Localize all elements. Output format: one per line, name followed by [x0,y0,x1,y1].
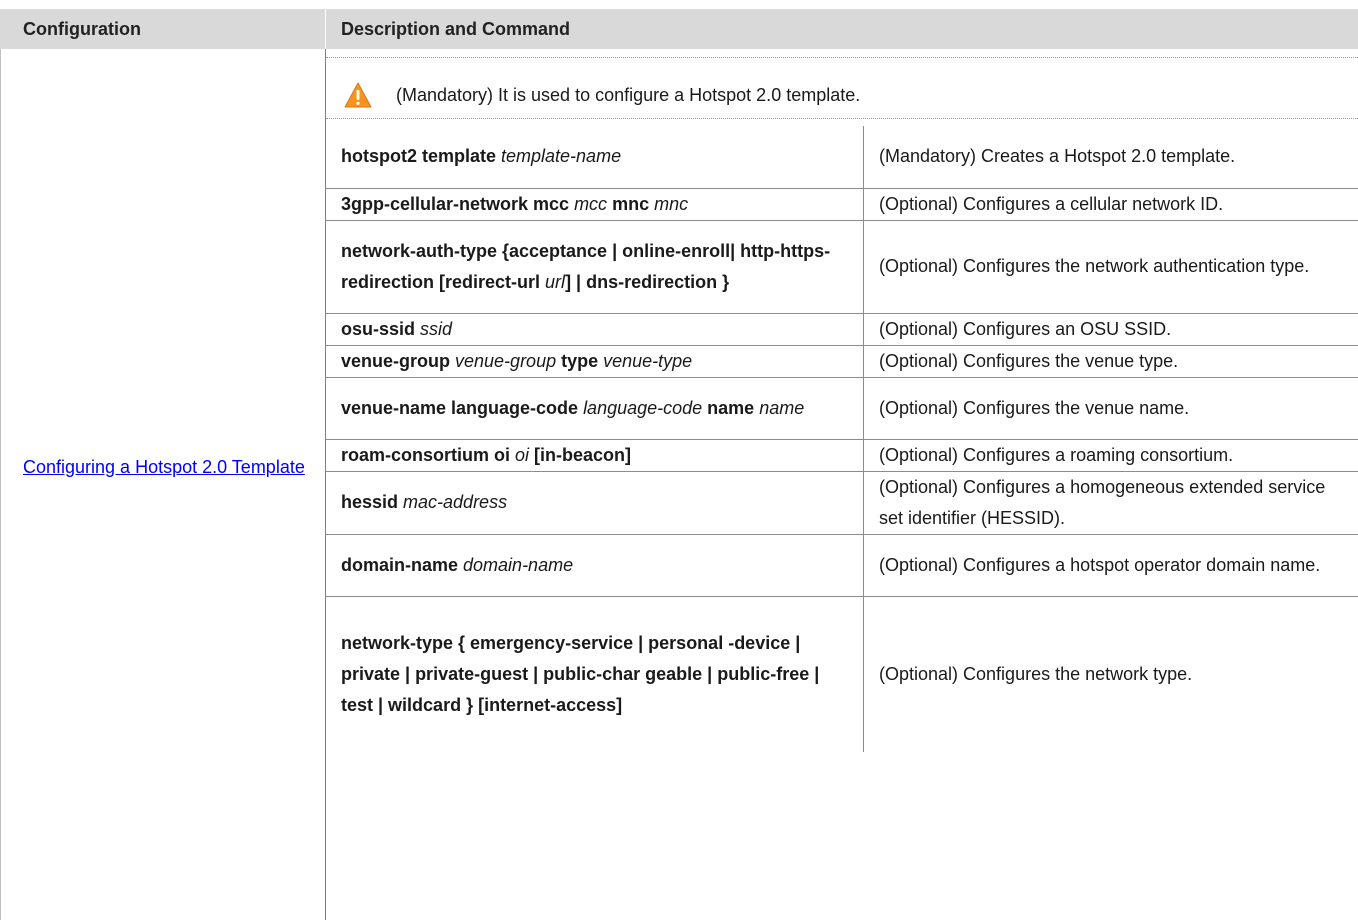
command-cell: 3gpp-cellular-network mcc mcc mnc mnc [326,187,864,221]
command-keyword: hotspot2 template [341,146,502,167]
command-keyword: type [556,350,604,371]
header-divider [325,9,326,49]
header-configuration: Configuration [23,19,141,39]
command-cell: osu-ssid ssid [326,312,864,346]
description-cell: (Optional) Configures the venue type. [863,344,1358,378]
command-keyword: name [702,397,760,418]
table-row: hotspot2 template template-name (Mandator… [326,126,1358,189]
command-argument: language-code [583,397,703,418]
command-argument: oi [515,444,530,465]
header-description-command: Description and Command [341,19,571,39]
command-cell: hessid mac-address [326,470,864,535]
command-argument: template-name [501,146,622,167]
table-row: 3gpp-cellular-network mcc mcc mnc mnc (Op… [326,187,1358,221]
command-keyword: [in-beacon] [529,444,632,465]
configuring-hotspot-template-link[interactable]: Configuring a Hotspot 2.0 Template [23,452,313,483]
command-argument: venue-group [455,350,557,371]
command-cell: network-type { emergency-service | perso… [326,595,864,752]
table-header: Configuration Description and Command [0,9,1358,49]
command-keyword: network-type { emergency-service | perso… [341,632,820,715]
command-cell: hotspot2 template template-name [326,126,864,189]
command-argument: mcc [574,193,608,214]
command-cell: roam-consortium oi oi [in-beacon] [326,438,864,472]
warning-bottom-rule [326,118,1358,119]
table-row: roam-consortium oi oi [in-beacon] (Option… [326,438,1358,472]
command-argument: name [759,397,805,418]
description-cell: (Optional) Configures the network authen… [863,219,1358,314]
warning-triangle-icon [344,82,372,108]
description-cell: (Optional) Configures a cellular network… [863,187,1358,221]
table-row: venue-name language-code language-code n… [326,376,1358,440]
command-keyword: roam-consortium oi [341,444,516,465]
table-row: network-auth-type {acceptance | online-e… [326,219,1358,314]
command-keyword: osu-ssid [341,318,421,339]
command-keyword: hessid [341,492,404,512]
command-keyword: 3gpp-cellular-network mcc [341,193,575,214]
command-argument: venue-type [603,350,693,371]
table-row: network-type { emergency-service | perso… [326,595,1358,752]
table-row: osu-ssid ssid (Optional) Configures an OS… [326,312,1358,346]
command-cell: network-auth-type {acceptance | online-e… [326,219,864,314]
description-cell: (Optional) Configures a homogeneous exte… [863,470,1358,535]
command-cell: domain-name domain-name [326,533,864,597]
table-row: domain-name domain-name (Optional) Config… [326,533,1358,597]
description-cell: (Optional) Configures a roaming consorti… [863,438,1358,472]
warning-text: (Mandatory) It is used to configure a Ho… [396,85,861,105]
description-cell: (Mandatory) Creates a Hotspot 2.0 templa… [863,126,1358,189]
description-cell: (Optional) Configures an OSU SSID. [863,312,1358,346]
command-keyword: mnc [607,193,655,214]
command-keyword: venue-group [341,350,456,371]
document-page: Configuration Description and Command Co… [0,0,1358,920]
description-cell: (Optional) Configures the venue name. [863,376,1358,440]
description-cell: (Optional) Configures the network type. [863,595,1358,752]
description-cell: (Optional) Configures a hotspot operator… [863,533,1358,597]
command-keyword: ] | dns-redirection } [565,271,730,292]
table-left-border [0,49,1,920]
command-argument: mnc [654,193,689,214]
command-cell: venue-name language-code language-code n… [326,376,864,440]
table-row: venue-group venue-group type venue-type(… [326,344,1358,378]
table-row: hessid mac-address (Optional) Configures … [326,470,1358,535]
command-keyword: venue-name language-code [341,397,584,418]
command-cell: venue-group venue-group type venue-type [326,344,864,378]
command-argument: ssid [420,318,453,339]
command-keyword: domain-name [341,554,464,575]
command-argument: mac-address [403,492,508,512]
warning-top-rule [326,57,1358,58]
command-table: hotspot2 template template-name (Mandator… [326,126,1358,752]
command-argument: url [545,271,566,292]
command-argument: domain-name [463,554,574,575]
